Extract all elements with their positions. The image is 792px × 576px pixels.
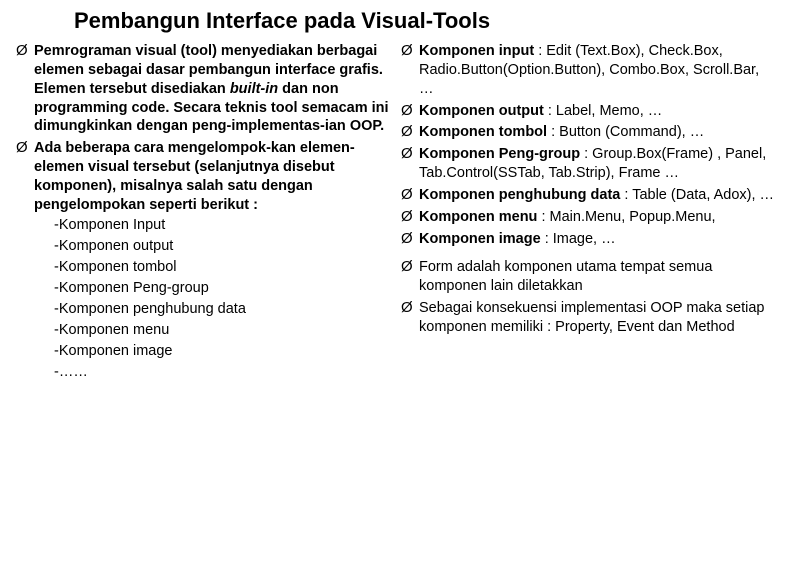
- sub-item: -Komponen output: [54, 236, 391, 257]
- bullet-icon: Ø: [401, 102, 419, 121]
- r3-rest: : Button (Command), …: [551, 124, 704, 140]
- r9-text: Sebagai konsekuensi implementasi OOP mak…: [419, 299, 776, 337]
- bullet-icon: Ø: [401, 230, 419, 249]
- right-bullet-9: Ø Sebagai konsekuensi implementasi OOP m…: [401, 299, 776, 337]
- right-bullet-5: Ø Komponen penghubung data : Table (Data…: [401, 186, 776, 205]
- left-column: Ø Pemrograman visual (tool) menyediakan …: [16, 42, 391, 386]
- two-columns: Ø Pemrograman visual (tool) menyediakan …: [16, 42, 776, 386]
- bullet-icon: Ø: [401, 208, 419, 227]
- r2-bold: Komponen output: [419, 103, 548, 119]
- page-title: Pembangun Interface pada Visual-Tools: [74, 8, 776, 34]
- right-bullet-4: Ø Komponen Peng-group : Group.Box(Frame)…: [401, 145, 776, 183]
- right-bullet-6: Ø Komponen menu : Main.Menu, Popup.Menu,: [401, 208, 776, 227]
- left-b1-builtin: built-in: [230, 81, 278, 97]
- sub-item: -……: [54, 362, 391, 383]
- bullet-icon: Ø: [401, 42, 419, 99]
- bullet-icon: Ø: [16, 42, 34, 136]
- sub-item: -Komponen menu: [54, 320, 391, 341]
- r4-bold: Komponen Peng-group: [419, 146, 584, 162]
- r7-bold: Komponen image: [419, 231, 545, 247]
- bullet-icon: Ø: [401, 299, 419, 337]
- r7-rest: : Image, …: [545, 231, 616, 247]
- bullet-icon: Ø: [401, 258, 419, 296]
- bullet-icon: Ø: [401, 123, 419, 142]
- r1-bold: Komponen input: [419, 43, 538, 59]
- bullet-icon: Ø: [16, 139, 34, 383]
- right-bullet-8: Ø Form adalah komponen utama tempat semu…: [401, 258, 776, 296]
- right-bullet-1: Ø Komponen input : Edit (Text.Box), Chec…: [401, 42, 776, 99]
- left-b2-text: Ada beberapa cara mengelompok-kan elemen…: [34, 139, 391, 214]
- sub-item: -Komponen tombol: [54, 257, 391, 278]
- left-bullet-2: Ø Ada beberapa cara mengelompok-kan elem…: [16, 139, 391, 383]
- r2-rest: : Label, Memo, …: [548, 103, 662, 119]
- sub-item: -Komponen penghubung data: [54, 299, 391, 320]
- bullet-icon: Ø: [401, 145, 419, 183]
- r6-rest: : Main.Menu, Popup.Menu,: [541, 209, 715, 225]
- r8-text: Form adalah komponen utama tempat semua …: [419, 258, 776, 296]
- left-sub-list: -Komponen Input -Komponen output -Kompon…: [54, 215, 391, 383]
- bullet-icon: Ø: [401, 186, 419, 205]
- r6-bold: Komponen menu: [419, 209, 541, 225]
- right-bullet-2: Ø Komponen output : Label, Memo, …: [401, 102, 776, 121]
- sub-item: -Komponen Input: [54, 215, 391, 236]
- r3-bold: Komponen tombol: [419, 124, 551, 140]
- sub-item: -Komponen Peng-group: [54, 278, 391, 299]
- r5-rest: : Table (Data, Adox), …: [624, 187, 774, 203]
- left-bullet-1: Ø Pemrograman visual (tool) menyediakan …: [16, 42, 391, 136]
- sub-item: -Komponen image: [54, 341, 391, 362]
- r5-bold: Komponen penghubung data: [419, 187, 624, 203]
- right-column: Ø Komponen input : Edit (Text.Box), Chec…: [401, 42, 776, 386]
- right-bullet-7: Ø Komponen image : Image, …: [401, 230, 776, 249]
- right-bullet-3: Ø Komponen tombol : Button (Command), …: [401, 123, 776, 142]
